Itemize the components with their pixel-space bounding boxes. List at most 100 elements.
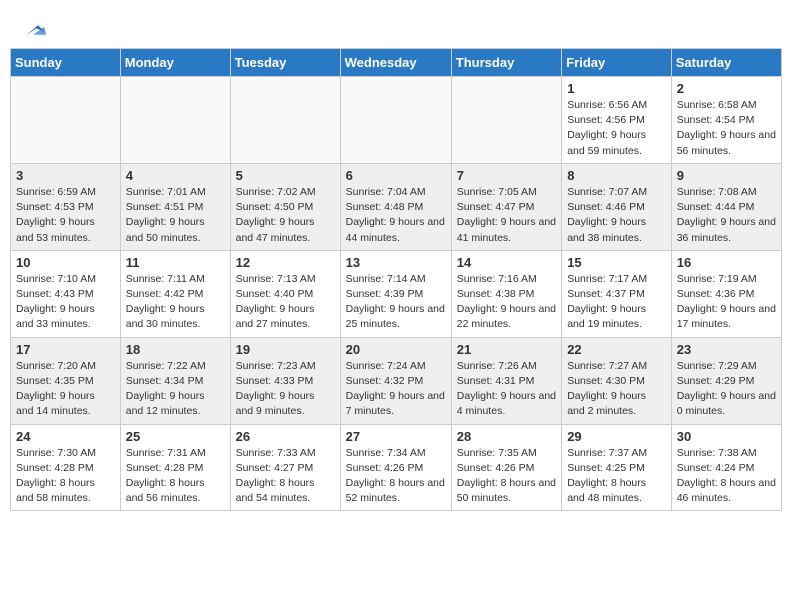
calendar-cell: 16 Sunrise: 7:19 AM Sunset: 4:36 PM Dayli… (671, 250, 781, 337)
day-number: 19 (236, 342, 335, 357)
weekday-header-friday: Friday (562, 49, 672, 77)
calendar-cell: 2 Sunrise: 6:58 AM Sunset: 4:54 PM Daylig… (671, 77, 781, 164)
day-number: 14 (457, 255, 556, 270)
day-info: Sunrise: 7:07 AM Sunset: 4:46 PM Dayligh… (567, 185, 666, 246)
day-info: Sunrise: 7:02 AM Sunset: 4:50 PM Dayligh… (236, 185, 335, 246)
calendar-cell: 25 Sunrise: 7:31 AM Sunset: 4:28 PM Dayli… (120, 424, 230, 511)
day-number: 21 (457, 342, 556, 357)
day-number: 27 (346, 429, 446, 444)
calendar-cell: 18 Sunrise: 7:22 AM Sunset: 4:34 PM Dayli… (120, 337, 230, 424)
day-number: 17 (16, 342, 115, 357)
day-info: Sunrise: 7:17 AM Sunset: 4:37 PM Dayligh… (567, 272, 666, 333)
calendar-cell: 24 Sunrise: 7:30 AM Sunset: 4:28 PM Dayli… (11, 424, 121, 511)
day-info: Sunrise: 7:04 AM Sunset: 4:48 PM Dayligh… (346, 185, 446, 246)
calendar-cell: 10Sunrise: 7:10 AM Sunset: 4:43 PM Dayli… (11, 250, 121, 337)
day-number: 8 (567, 168, 666, 183)
day-number: 18 (126, 342, 225, 357)
calendar-cell: 26 Sunrise: 7:33 AM Sunset: 4:27 PM Dayli… (230, 424, 340, 511)
logo-bird-icon (22, 18, 46, 42)
calendar-cell: 1 Sunrise: 6:56 AM Sunset: 4:56 PM Daylig… (562, 77, 672, 164)
day-number: 13 (346, 255, 446, 270)
day-info: Sunrise: 7:22 AM Sunset: 4:34 PM Dayligh… (126, 359, 225, 420)
day-info: Sunrise: 7:35 AM Sunset: 4:26 PM Dayligh… (457, 446, 556, 507)
day-number: 12 (236, 255, 335, 270)
day-info: Sunrise: 7:01 AM Sunset: 4:51 PM Dayligh… (126, 185, 225, 246)
calendar-cell: 19 Sunrise: 7:23 AM Sunset: 4:33 PM Dayli… (230, 337, 340, 424)
calendar-table: SundayMondayTuesdayWednesdayThursdayFrid… (10, 48, 782, 511)
weekday-header-saturday: Saturday (671, 49, 781, 77)
day-info: Sunrise: 7:24 AM Sunset: 4:32 PM Dayligh… (346, 359, 446, 420)
calendar-cell: 5 Sunrise: 7:02 AM Sunset: 4:50 PM Daylig… (230, 163, 340, 250)
calendar-cell: 14 Sunrise: 7:16 AM Sunset: 4:38 PM Dayli… (451, 250, 561, 337)
day-number: 16 (677, 255, 776, 270)
calendar-cell: 17 Sunrise: 7:20 AM Sunset: 4:35 PM Dayli… (11, 337, 121, 424)
weekday-header-thursday: Thursday (451, 49, 561, 77)
day-info: Sunrise: 6:59 AM Sunset: 4:53 PM Dayligh… (16, 185, 115, 246)
day-number: 3 (16, 168, 115, 183)
day-number: 23 (677, 342, 776, 357)
day-info: Sunrise: 6:58 AM Sunset: 4:54 PM Dayligh… (677, 98, 776, 159)
day-info: Sunrise: 7:05 AM Sunset: 4:47 PM Dayligh… (457, 185, 556, 246)
day-info: Sunrise: 7:27 AM Sunset: 4:30 PM Dayligh… (567, 359, 666, 420)
day-number: 1 (567, 81, 666, 96)
day-number: 24 (16, 429, 115, 444)
day-info: Sunrise: 7:11 AM Sunset: 4:42 PM Dayligh… (126, 272, 225, 333)
day-info: Sunrise: 7:23 AM Sunset: 4:33 PM Dayligh… (236, 359, 335, 420)
weekday-header-monday: Monday (120, 49, 230, 77)
day-info: Sunrise: 7:14 AM Sunset: 4:39 PM Dayligh… (346, 272, 446, 333)
day-info: Sunrise: 7:26 AM Sunset: 4:31 PM Dayligh… (457, 359, 556, 420)
day-info: Sunrise: 7:31 AM Sunset: 4:28 PM Dayligh… (126, 446, 225, 507)
calendar-cell (120, 77, 230, 164)
day-number: 30 (677, 429, 776, 444)
calendar-cell: 30Sunrise: 7:38 AM Sunset: 4:24 PM Dayli… (671, 424, 781, 511)
day-number: 5 (236, 168, 335, 183)
day-info: Sunrise: 7:13 AM Sunset: 4:40 PM Dayligh… (236, 272, 335, 333)
day-info: Sunrise: 7:19 AM Sunset: 4:36 PM Dayligh… (677, 272, 776, 333)
day-number: 2 (677, 81, 776, 96)
day-number: 20 (346, 342, 446, 357)
calendar-cell (340, 77, 451, 164)
calendar-cell (451, 77, 561, 164)
calendar-cell: 20 Sunrise: 7:24 AM Sunset: 4:32 PM Dayli… (340, 337, 451, 424)
day-number: 7 (457, 168, 556, 183)
calendar-cell: 15 Sunrise: 7:17 AM Sunset: 4:37 PM Dayli… (562, 250, 672, 337)
day-info: Sunrise: 7:29 AM Sunset: 4:29 PM Dayligh… (677, 359, 776, 420)
weekday-header-wednesday: Wednesday (340, 49, 451, 77)
calendar-cell: 12 Sunrise: 7:13 AM Sunset: 4:40 PM Dayli… (230, 250, 340, 337)
day-info: Sunrise: 7:34 AM Sunset: 4:26 PM Dayligh… (346, 446, 446, 507)
day-info: Sunrise: 7:33 AM Sunset: 4:27 PM Dayligh… (236, 446, 335, 507)
day-number: 25 (126, 429, 225, 444)
day-number: 22 (567, 342, 666, 357)
calendar-cell (230, 77, 340, 164)
weekday-header-tuesday: Tuesday (230, 49, 340, 77)
calendar-cell: 22 Sunrise: 7:27 AM Sunset: 4:30 PM Dayli… (562, 337, 672, 424)
calendar-cell: 13 Sunrise: 7:14 AM Sunset: 4:39 PM Dayli… (340, 250, 451, 337)
day-info: Sunrise: 7:16 AM Sunset: 4:38 PM Dayligh… (457, 272, 556, 333)
calendar-cell: 7 Sunrise: 7:05 AM Sunset: 4:47 PM Daylig… (451, 163, 561, 250)
calendar-cell: 29Sunrise: 7:37 AM Sunset: 4:25 PM Dayli… (562, 424, 672, 511)
day-number: 26 (236, 429, 335, 444)
calendar-cell: 28 Sunrise: 7:35 AM Sunset: 4:26 PM Dayli… (451, 424, 561, 511)
day-number: 4 (126, 168, 225, 183)
day-info: Sunrise: 7:20 AM Sunset: 4:35 PM Dayligh… (16, 359, 115, 420)
day-number: 10 (16, 255, 115, 270)
day-info: Sunrise: 7:08 AM Sunset: 4:44 PM Dayligh… (677, 185, 776, 246)
calendar-cell: 21 Sunrise: 7:26 AM Sunset: 4:31 PM Dayli… (451, 337, 561, 424)
day-number: 6 (346, 168, 446, 183)
calendar-cell: 27 Sunrise: 7:34 AM Sunset: 4:26 PM Dayli… (340, 424, 451, 511)
weekday-header-sunday: Sunday (11, 49, 121, 77)
day-info: Sunrise: 6:56 AM Sunset: 4:56 PM Dayligh… (567, 98, 666, 159)
day-number: 15 (567, 255, 666, 270)
page-header (10, 10, 782, 42)
calendar-cell: 4 Sunrise: 7:01 AM Sunset: 4:51 PM Daylig… (120, 163, 230, 250)
calendar-cell: 6 Sunrise: 7:04 AM Sunset: 4:48 PM Daylig… (340, 163, 451, 250)
day-number: 11 (126, 255, 225, 270)
calendar-cell: 23 Sunrise: 7:29 AM Sunset: 4:29 PM Dayli… (671, 337, 781, 424)
day-info: Sunrise: 7:30 AM Sunset: 4:28 PM Dayligh… (16, 446, 115, 507)
logo (20, 18, 46, 38)
day-info: Sunrise: 7:37 AM Sunset: 4:25 PM Dayligh… (567, 446, 666, 507)
calendar-cell: 8 Sunrise: 7:07 AM Sunset: 4:46 PM Daylig… (562, 163, 672, 250)
day-number: 28 (457, 429, 556, 444)
calendar-cell: 9 Sunrise: 7:08 AM Sunset: 4:44 PM Daylig… (671, 163, 781, 250)
day-number: 9 (677, 168, 776, 183)
